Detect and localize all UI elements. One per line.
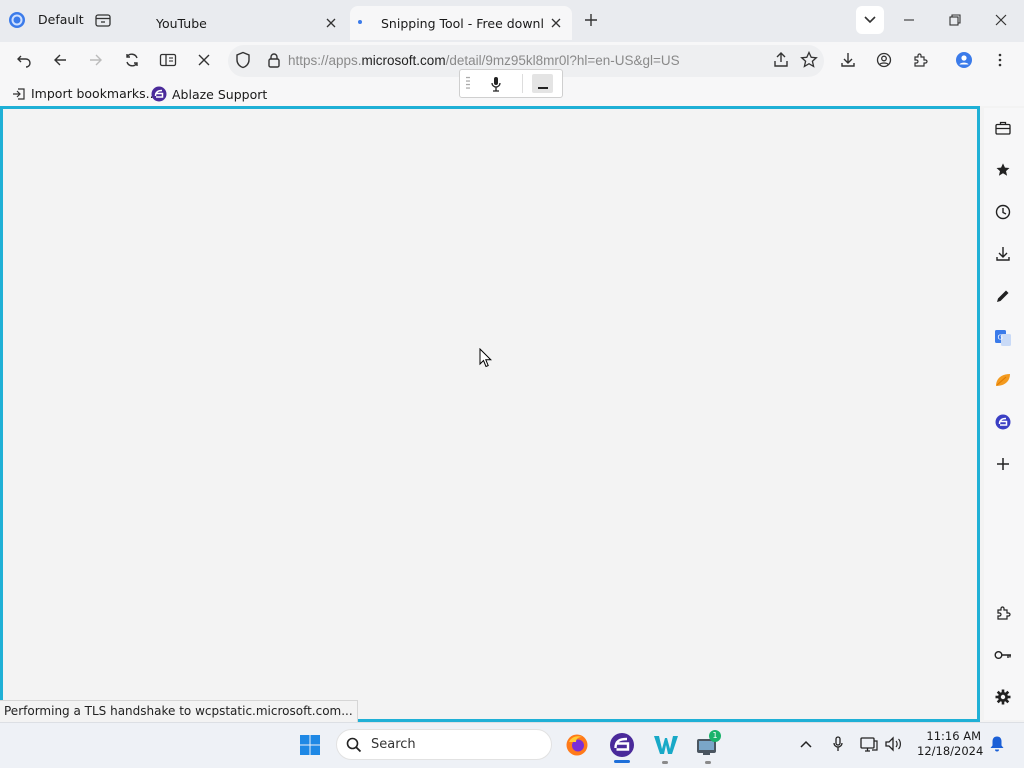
clock-time: 11:16 AM (926, 729, 981, 743)
chevron-up-icon[interactable] (796, 734, 816, 754)
bookmark-ablaze-support[interactable]: Ablaze Support (151, 86, 267, 102)
ablaze-taskbar-icon[interactable] (608, 731, 636, 759)
profile-label[interactable]: Default (38, 12, 84, 27)
translate-icon[interactable]: G (992, 327, 1014, 349)
import-icon (13, 87, 25, 100)
ablaze-logo-icon (151, 86, 167, 102)
plus-icon[interactable] (992, 453, 1014, 475)
pen-icon[interactable] (992, 285, 1014, 307)
divider (522, 74, 523, 93)
url-scheme: https://apps. (288, 53, 362, 68)
bookmark-label: Import bookmarks... (31, 86, 158, 101)
reader-view-icon[interactable] (158, 50, 178, 70)
profile-icon[interactable] (7, 10, 27, 30)
undo-close-tab-icon[interactable] (14, 50, 34, 70)
close-tab-icon[interactable] (321, 13, 341, 33)
puzzle-icon[interactable] (992, 602, 1014, 624)
windows-logo-icon (300, 735, 320, 755)
search-placeholder: Search (371, 737, 416, 752)
tab-youtube[interactable]: YouTube (140, 6, 350, 40)
leaf-icon[interactable] (992, 369, 1014, 391)
extensions-puzzle-icon[interactable] (910, 50, 930, 70)
share-icon[interactable] (771, 50, 791, 70)
drag-handle-icon[interactable] (466, 76, 470, 92)
tab-title: Snipping Tool - Free download (381, 15, 543, 31)
clock[interactable]: 11:16 AM 12/18/2024 (917, 729, 984, 759)
start-button[interactable] (296, 731, 324, 759)
lock-icon[interactable] (264, 50, 284, 70)
running-app-indicator (662, 761, 668, 764)
restore-button[interactable] (945, 10, 965, 30)
back-icon[interactable] (50, 50, 70, 70)
tab-actions-icon[interactable] (93, 10, 113, 30)
running-app-indicator (705, 761, 711, 764)
taskbar-search-box[interactable]: Search (336, 729, 552, 760)
shield-icon[interactable] (233, 50, 253, 70)
tab-snipping-tool[interactable]: Snipping Tool - Free download (350, 6, 572, 40)
url-path: /detail/9mz95kl8mr0l?hl=en-US&gl=US (445, 53, 680, 68)
svg-text:G: G (998, 334, 1003, 342)
minimize-button[interactable] (899, 10, 919, 30)
downloads-icon[interactable] (838, 50, 858, 70)
minimize-voice-bar-button[interactable] (532, 74, 553, 93)
bookmark-star-icon[interactable] (799, 50, 819, 70)
key-icon[interactable] (992, 644, 1014, 666)
microphone-tray-icon[interactable] (828, 734, 848, 754)
star-icon[interactable] (992, 159, 1014, 181)
tab-title: YouTube (156, 15, 207, 31)
firefox-taskbar-icon[interactable] (563, 731, 591, 759)
new-tab-icon[interactable] (581, 10, 601, 30)
mouse-cursor-icon (479, 348, 492, 368)
page-content-area[interactable] (0, 106, 980, 722)
close-tab-icon[interactable] (546, 13, 566, 33)
account-icon[interactable] (874, 50, 894, 70)
clock-date: 12/18/2024 (917, 744, 984, 758)
chevron-down-icon (864, 16, 876, 24)
menu-dots-icon[interactable] (990, 50, 1010, 70)
bookmark-import[interactable]: Import bookmarks... (12, 86, 158, 101)
stop-loading-icon[interactable] (194, 50, 214, 70)
minimize-icon (538, 87, 548, 89)
bookmark-label: Ablaze Support (172, 86, 268, 102)
url-text[interactable]: https://apps.microsoft.com/detail/9mz95k… (288, 53, 680, 68)
writer-taskbar-icon[interactable] (652, 731, 680, 759)
notification-bell-icon[interactable] (987, 734, 1007, 754)
loading-dot-icon (358, 20, 362, 24)
gear-icon[interactable] (992, 686, 1014, 708)
download-icon[interactable] (992, 243, 1014, 265)
notification-badge: 1 (709, 730, 721, 742)
tab-list-button[interactable] (856, 6, 884, 34)
search-icon (346, 737, 362, 753)
toolbox-icon[interactable] (992, 117, 1014, 139)
microphone-icon[interactable] (490, 76, 502, 92)
volume-icon[interactable] (883, 734, 903, 754)
network-icon[interactable] (859, 734, 879, 754)
clock-icon[interactable] (992, 201, 1014, 223)
remote-desktop-taskbar-icon[interactable]: 1 (695, 730, 723, 759)
ablaze-icon[interactable] (992, 411, 1014, 433)
forward-icon[interactable] (86, 50, 106, 70)
reload-icon[interactable] (122, 50, 142, 70)
voice-typing-bar[interactable] (459, 69, 563, 98)
close-window-button[interactable] (991, 10, 1011, 30)
active-app-indicator (614, 760, 630, 763)
user-profile-icon[interactable] (954, 50, 974, 70)
url-domain: microsoft.com (361, 53, 446, 68)
status-text: Performing a TLS handshake to wcpstatic.… (0, 700, 358, 723)
